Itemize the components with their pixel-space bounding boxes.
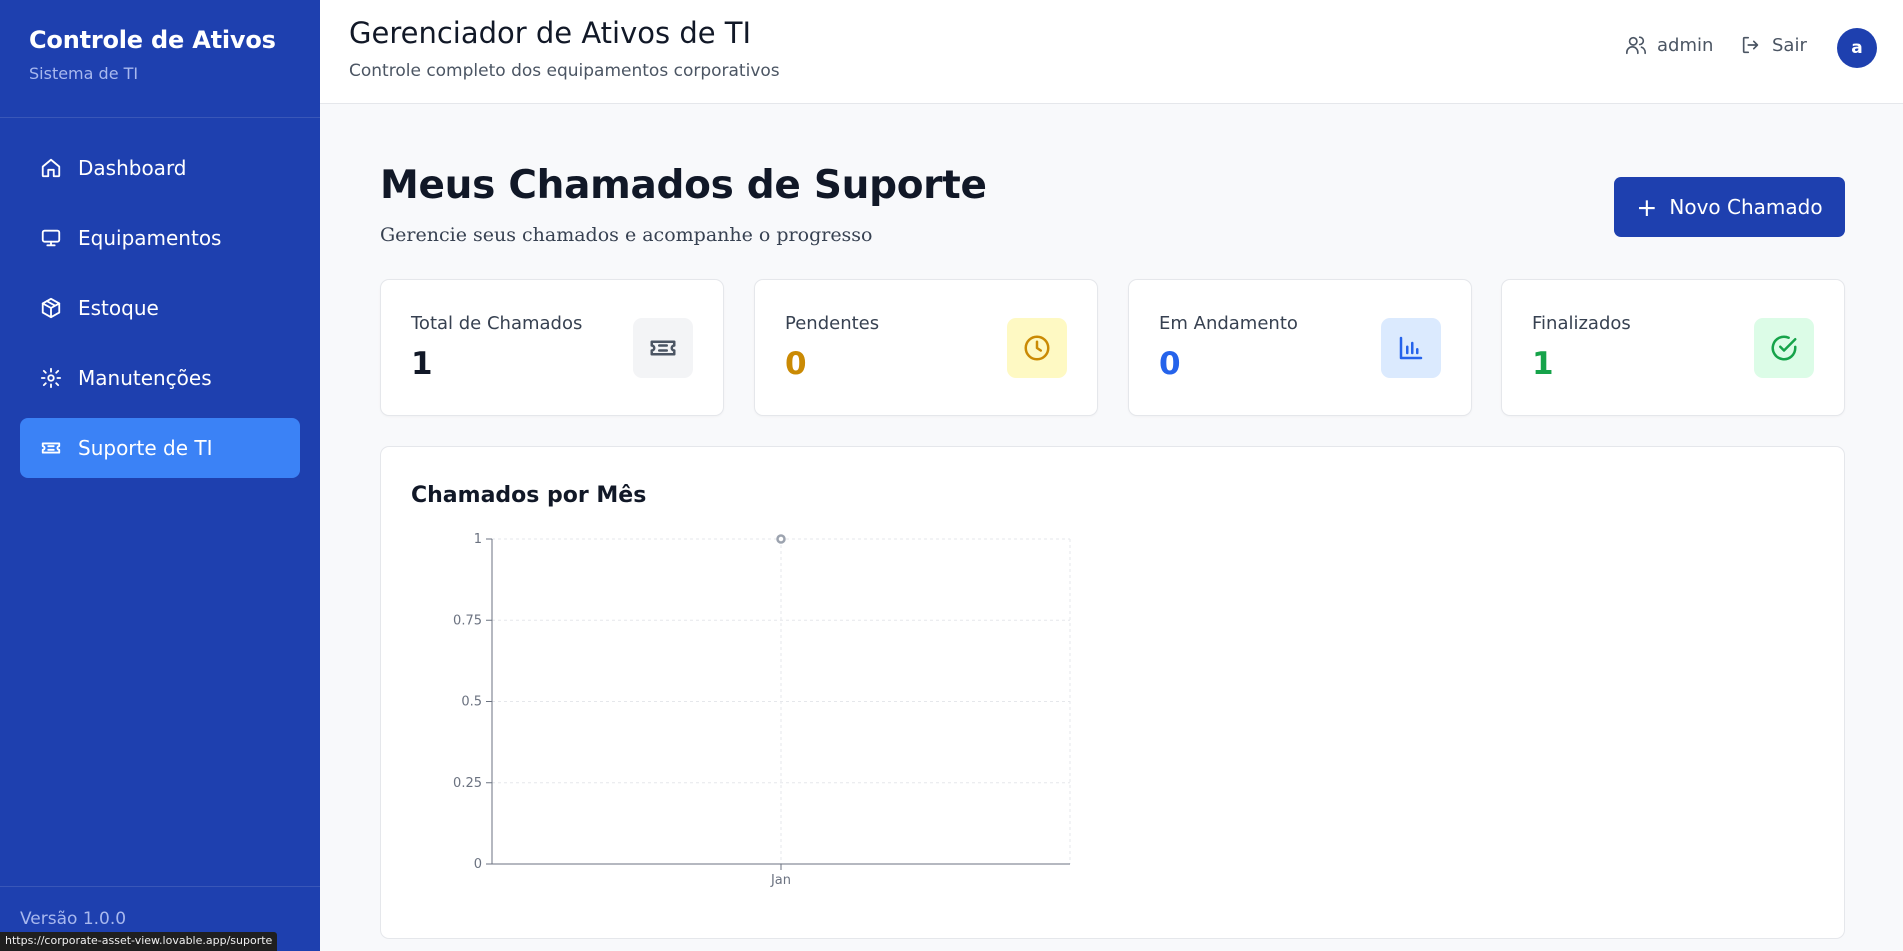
stat-label: Pendentes — [785, 313, 880, 334]
sidebar-item-label: Equipamentos — [78, 226, 222, 250]
x-tick-label: Jan — [770, 873, 791, 888]
new-ticket-button[interactable]: + Novo Chamado — [1614, 177, 1845, 237]
sidebar-item-dashboard[interactable]: Dashboard — [20, 138, 300, 198]
users-icon — [1626, 36, 1646, 55]
stat-card-total: Total de Chamados 1 — [380, 279, 724, 416]
data-point — [776, 534, 786, 544]
stat-value: 1 — [1532, 346, 1554, 382]
stat-label: Em Andamento — [1159, 313, 1298, 334]
stat-value: 0 — [1159, 346, 1181, 382]
page-subtitle: Gerencie seus chamados e acompanhe o pro… — [380, 224, 873, 246]
sidebar-item-manutencoes[interactable]: Manutenções — [20, 348, 300, 408]
brand-subtitle: Sistema de TI — [29, 64, 139, 83]
monitor-icon — [40, 227, 62, 249]
y-tick-label: 0 — [474, 857, 482, 872]
sidebar-item-suporte[interactable]: Suporte de TI — [20, 418, 300, 478]
sidebar-item-label: Dashboard — [78, 156, 187, 180]
avatar[interactable]: a — [1837, 28, 1877, 68]
new-ticket-label: Novo Chamado — [1669, 195, 1823, 219]
user-button[interactable]: admin — [1625, 34, 1713, 56]
logout-icon — [1742, 36, 1759, 54]
ticket-icon — [40, 437, 62, 459]
y-tick-label: 0.75 — [453, 613, 482, 628]
user-label: admin — [1657, 34, 1714, 56]
y-tick-label: 0.5 — [461, 695, 482, 710]
stat-label: Finalizados — [1532, 313, 1631, 334]
plus-icon: + — [1636, 192, 1658, 222]
brand: Controle de Ativos Sistema de TI — [0, 0, 320, 118]
sidebar-item-equipamentos[interactable]: Equipamentos — [20, 208, 300, 268]
y-tick-label: 0.25 — [453, 776, 482, 791]
package-icon — [40, 297, 62, 319]
clock-icon — [1007, 318, 1067, 378]
page-title: Meus Chamados de Suporte — [380, 163, 987, 208]
stat-card-em-andamento: Em Andamento 0 — [1128, 279, 1472, 416]
y-tick-label: 1 — [474, 532, 482, 547]
sidebar-item-label: Suporte de TI — [78, 436, 213, 460]
logout-button[interactable]: Sair — [1740, 34, 1807, 56]
status-url: https://corporate-asset-view.lovable.app… — [0, 932, 278, 951]
stat-card-pendentes: Pendentes 0 — [754, 279, 1098, 416]
sidebar-item-label: Manutenções — [78, 366, 212, 390]
stat-label: Total de Chamados — [411, 313, 583, 334]
chart-card: Chamados por Mês 0 0.25 0.5 0.75 1 Jan — [380, 446, 1845, 939]
sidebar-item-estoque[interactable]: Estoque — [20, 278, 300, 338]
sidebar-item-label: Estoque — [78, 296, 159, 320]
check-circle-icon — [1754, 318, 1814, 378]
header-title: Gerenciador de Ativos de TI — [349, 16, 752, 50]
sidebar-nav: Dashboard Equipamentos Estoque Manutençõ… — [0, 118, 320, 478]
tickets-per-month-chart: 0 0.25 0.5 0.75 1 Jan — [453, 532, 1071, 888]
sidebar: Controle de Ativos Sistema de TI Dashboa… — [0, 0, 320, 951]
gear-icon — [40, 367, 62, 389]
top-header: Gerenciador de Ativos de TI Controle com… — [320, 0, 1903, 104]
stat-value: 0 — [785, 346, 807, 382]
logout-label: Sair — [1772, 34, 1807, 56]
ticket-icon — [633, 318, 693, 378]
header-subtitle: Controle completo dos equipamentos corpo… — [349, 61, 780, 81]
bar-chart-icon — [1381, 318, 1441, 378]
home-icon — [40, 157, 62, 179]
stat-card-finalizados: Finalizados 1 — [1501, 279, 1845, 416]
stat-value: 1 — [411, 346, 433, 382]
brand-title: Controle de Ativos — [29, 26, 276, 54]
